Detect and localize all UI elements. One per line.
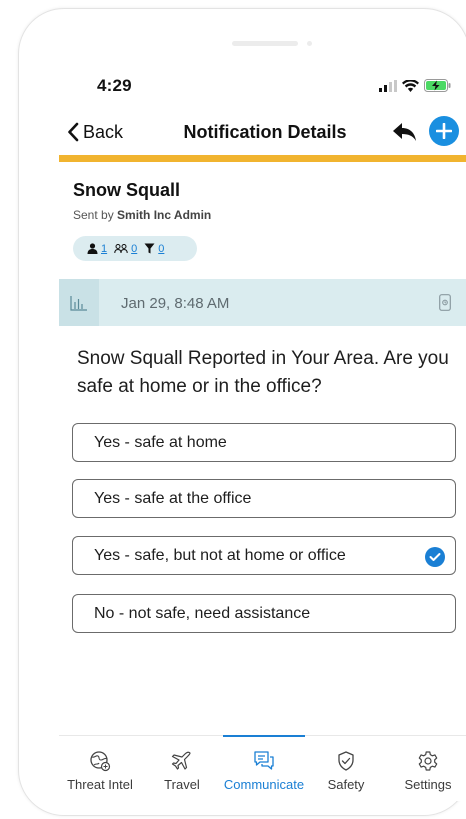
app-screen: 4:29 Back Notification Details Snow Squa…	[59, 65, 466, 801]
notification-title: Snow Squall	[73, 180, 181, 200]
recipient-counts: 1 0 0	[73, 236, 197, 261]
device-icon	[439, 294, 451, 311]
reply-button[interactable]	[392, 119, 418, 145]
front-sensor	[307, 41, 312, 46]
device-info-button[interactable]	[439, 294, 451, 316]
gear-icon	[417, 750, 439, 772]
group-icon	[114, 244, 128, 254]
plane-icon	[171, 750, 193, 772]
navigation-bar: Back Notification Details	[59, 109, 466, 155]
response-option[interactable]: Yes - safe at the office	[72, 479, 456, 518]
tab-settings[interactable]: Settings	[387, 736, 466, 801]
sent-by-prefix: Sent by	[73, 208, 118, 222]
option-label: Yes - safe at the office	[94, 489, 252, 507]
tab-communicate[interactable]: Communicate	[223, 735, 305, 801]
add-button[interactable]	[429, 116, 459, 146]
plus-icon	[436, 123, 452, 139]
stats-button[interactable]	[59, 279, 99, 326]
battery-charging-icon	[424, 79, 451, 92]
option-label: Yes - safe, but not at home or office	[94, 546, 346, 564]
active-tab-indicator	[223, 735, 305, 737]
sent-by-line: Sent by Smith Inc Admin	[73, 208, 211, 222]
filter-count-link[interactable]: 0	[158, 243, 164, 255]
accent-bar	[59, 155, 466, 162]
group-count-group: 0	[114, 243, 137, 255]
signal-icon	[379, 79, 397, 92]
shield-icon	[335, 750, 357, 772]
filter-icon	[144, 243, 155, 254]
response-option-selected[interactable]: Yes - safe, but not at home or office	[72, 536, 456, 575]
reply-icon	[393, 123, 416, 141]
tab-travel[interactable]: Travel	[141, 736, 223, 801]
tab-label: Travel	[164, 777, 200, 792]
filter-count-group: 0	[144, 243, 164, 255]
option-label: Yes - safe at home	[94, 433, 227, 451]
tab-label: Safety	[327, 777, 365, 792]
tab-label: Threat Intel	[67, 777, 133, 792]
tab-safety[interactable]: Safety	[305, 736, 387, 801]
check-icon	[425, 547, 445, 567]
phone-frame: 4:29 Back Notification Details Snow Squa…	[18, 8, 466, 816]
user-icon	[87, 243, 98, 254]
date-band: Jan 29, 8:48 AM	[59, 279, 466, 326]
status-time: 4:29	[97, 76, 132, 95]
notification-date: Jan 29, 8:48 AM	[121, 295, 230, 312]
sender-name: Smith Inc Admin	[117, 208, 212, 222]
status-icons	[379, 79, 451, 92]
response-option[interactable]: No - not safe, need assistance	[72, 594, 456, 633]
notification-message: Snow Squall Reported in Your Area. Are y…	[77, 348, 449, 397]
status-bar: 4:29	[59, 65, 466, 109]
chat-icon	[253, 750, 275, 772]
user-count-link[interactable]: 1	[101, 243, 107, 255]
tab-threat-intel[interactable]: Threat Intel	[59, 736, 141, 801]
wifi-icon	[402, 79, 419, 92]
tab-label: Communicate	[223, 777, 305, 792]
globe-icon	[89, 750, 111, 772]
tab-bar: Threat Intel Travel Communicate Safety S…	[59, 735, 466, 801]
user-count-group: 1	[87, 243, 107, 255]
group-count-link[interactable]: 0	[131, 243, 137, 255]
tab-label: Settings	[404, 777, 452, 792]
option-label: No - not safe, need assistance	[94, 604, 311, 622]
speaker-grille	[232, 41, 298, 46]
response-option[interactable]: Yes - safe at home	[72, 423, 456, 462]
bar-chart-icon	[70, 295, 87, 311]
